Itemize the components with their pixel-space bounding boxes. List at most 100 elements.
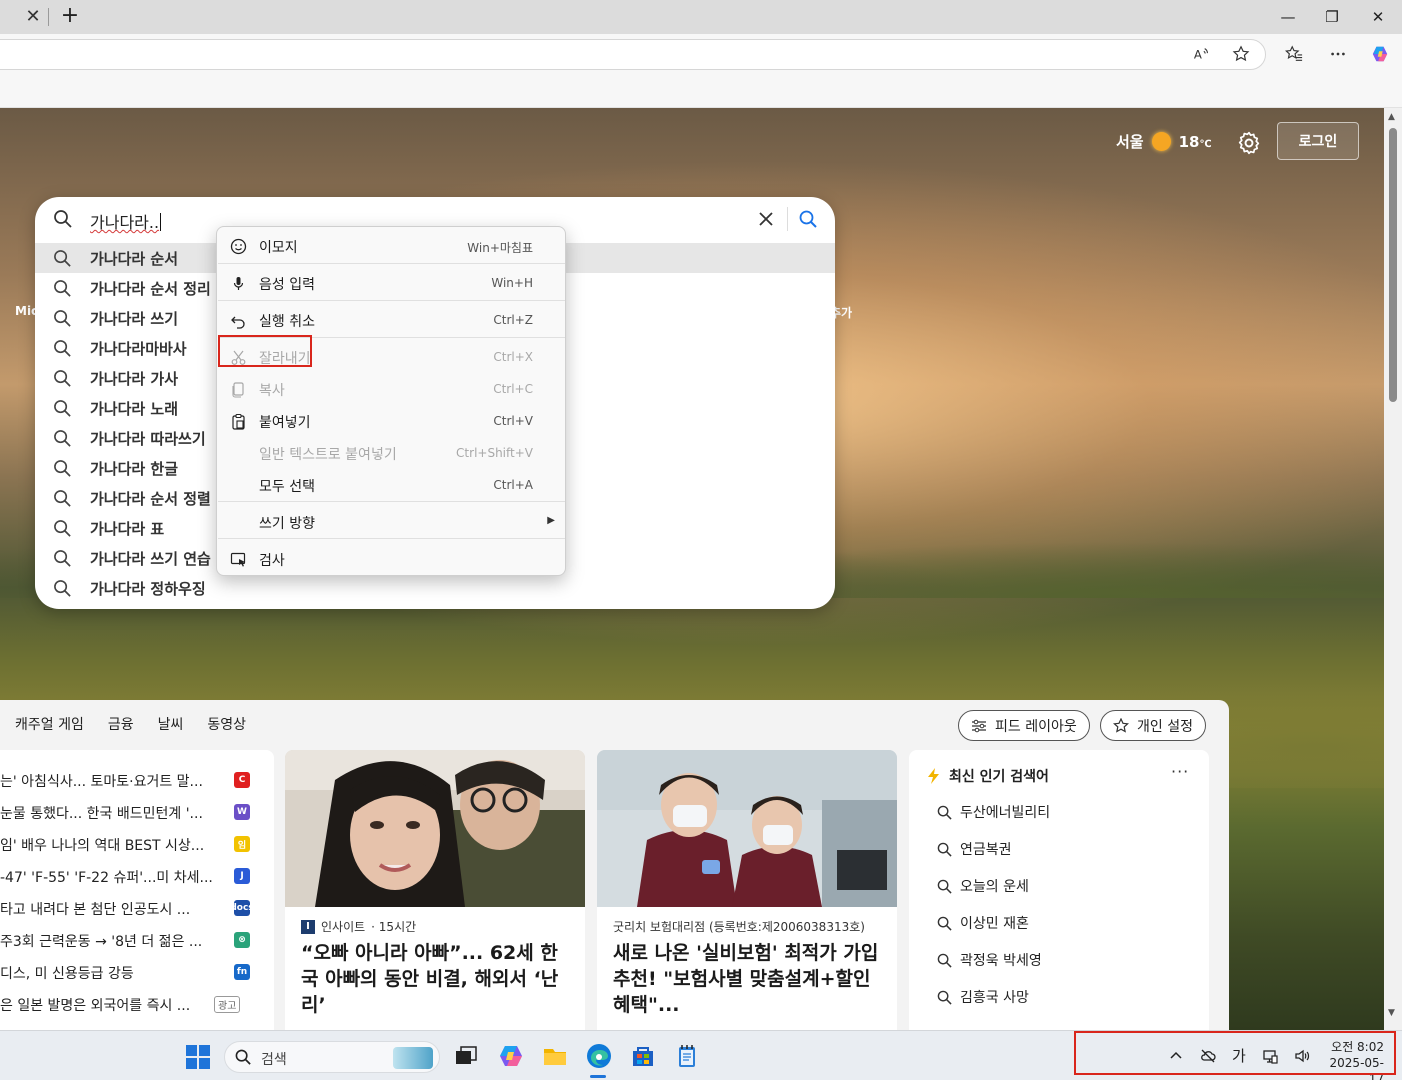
news-headline: 주3회 근력운동 → '8년 더 젊은 ... [0, 934, 203, 950]
weather-city: 서울 [1116, 133, 1144, 151]
trending-title: 최신 인기 검색어 [949, 769, 1049, 785]
context-menu-item[interactable]: 이모지 Win+마침표 [217, 230, 567, 262]
notepad-icon[interactable] [673, 1042, 701, 1070]
suggestion-text: 가나다라 순서 정렬 [90, 490, 211, 508]
scroll-down-arrow-icon[interactable]: ▼ [1388, 1008, 1395, 1018]
new-tab-button[interactable]: + [58, 4, 82, 28]
news-headline-row[interactable]: 주3회 근력운동 → '8년 더 젊은 ... ⊗ [0, 924, 262, 956]
copy-icon [232, 382, 244, 398]
context-menu: 이모지 Win+마침표 음성 입력 Win+H 실행 취소 Ctrl+Z 잘라내기 Ctrl+… [216, 226, 566, 576]
context-menu-item[interactable]: 쓰기 방향 ▶ [217, 506, 567, 538]
svg-text:A: A [1194, 48, 1202, 62]
new-tab-page: 서울 18℃ 로그인 Mic 추가 가나다라.. 가나다라 순서 가나다라 순서 … [0, 108, 1384, 1030]
menu-item-shortcut: Ctrl+X [493, 350, 533, 364]
personalize-button[interactable]: 개인 설정 [1100, 710, 1206, 741]
login-button[interactable]: 로그인 [1277, 122, 1359, 160]
news-card-insight[interactable]: I 인사이트 · 15시간 “오빠 아니라 아빠”... 62세 한국 아빠의 … [285, 750, 585, 1030]
trending-item[interactable]: 이상민 재혼 [937, 908, 1029, 938]
favorites-list-icon[interactable] [1279, 39, 1309, 69]
microsoft-store-icon[interactable] [629, 1042, 657, 1070]
emoji-icon [230, 238, 247, 255]
favorites-bar [0, 74, 1402, 108]
edge-browser-icon[interactable] [585, 1042, 613, 1070]
file-explorer-icon[interactable] [541, 1042, 569, 1070]
news-headline-row[interactable]: -47' 'F-55' 'F-22 슈퍼'...미 차세... J [0, 860, 262, 892]
context-menu-item[interactable]: 복사 Ctrl+C [217, 373, 567, 405]
copilot-app-icon[interactable] [497, 1042, 525, 1070]
windows-taskbar: 검색 가 오전 8:02 2025-05-17 [0, 1030, 1402, 1080]
news-headline-row[interactable]: 타고 내려다 본 첨단 인공도시 ... docs [0, 892, 262, 924]
menu-item-shortcut: Ctrl+V [493, 414, 533, 428]
settings-gear-icon[interactable] [1236, 130, 1262, 156]
start-windows-icon[interactable] [186, 1045, 210, 1069]
context-menu-item[interactable]: 모두 선택 Ctrl+A [217, 469, 567, 501]
context-menu-item[interactable]: 실행 취소 Ctrl+Z [217, 304, 567, 336]
nav-casual-games[interactable]: 캐주얼 게임 [15, 714, 84, 734]
trending-item[interactable]: 곽정욱 박세영 [937, 945, 1042, 975]
trending-item[interactable]: 오늘의 운세 [937, 871, 1029, 901]
scroll-up-arrow-icon[interactable]: ▲ [1388, 112, 1395, 122]
trending-more-icon[interactable]: ··· [1171, 762, 1189, 781]
ad-source: 굿리치 보험대리점 (등록번호:제2006038313호) [613, 918, 865, 935]
page-scrollbar[interactable]: ▲ ▼ [1384, 108, 1402, 1030]
news-thumbnail-couple [285, 750, 585, 907]
nav-video[interactable]: 동영상 [207, 714, 246, 734]
news-headline-row[interactable]: 눈물 통했다... 한국 배드민턴계 '... W [0, 796, 262, 828]
task-view-icon[interactable] [452, 1042, 480, 1070]
feed-layout-button[interactable]: 피드 레이아웃 [958, 710, 1090, 741]
suggestion-text: 가나다라 쓰기 연습 [90, 550, 211, 568]
clear-search-icon[interactable] [755, 208, 777, 230]
trending-item[interactable]: 두산에너빌리티 [937, 797, 1050, 827]
weather-widget[interactable]: 서울 18℃ [1116, 131, 1212, 152]
search-icon [54, 430, 71, 447]
news-headline-row[interactable]: 디스, 미 신용등급 강등 fn [0, 956, 262, 988]
news-headline-row[interactable]: 임' 배우 나나의 역대 BEST 시상... 임 [0, 828, 262, 860]
address-bar[interactable] [0, 39, 1266, 70]
search-highlight-travel-icon [393, 1047, 433, 1069]
news-headline-row[interactable]: 는' 아침식사... 토마토·요거트 말... C [0, 764, 262, 796]
menu-item-shortcut: Ctrl+C [493, 382, 533, 396]
close-window-button[interactable]: ✕ [1364, 4, 1392, 30]
suggestion-text: 가나다라 가사 [90, 370, 179, 388]
menu-item-label: 일반 텍스트로 붙여넣기 [259, 447, 397, 463]
tab-close-button[interactable]: ✕ [22, 6, 44, 28]
news-headline: 임' 배우 나나의 역대 BEST 시상... [0, 838, 205, 854]
context-menu-item[interactable]: 검사 [217, 543, 567, 575]
news-title[interactable]: “오빠 아니라 아빠”... 62세 한국 아빠의 동안 비결, 해외서 ‘난리… [301, 940, 571, 1018]
read-aloud-icon[interactable]: A [1187, 39, 1217, 69]
scroll-thumb[interactable] [1389, 128, 1397, 402]
ad-card-insurance[interactable]: 굿리치 보험대리점 (등록번호:제2006038313호) 새로 나온 '실비보… [597, 750, 897, 1030]
news-headline: 타고 내려다 본 첨단 인공도시 ... [0, 902, 191, 918]
trending-item[interactable]: 연금복권 [937, 834, 1012, 864]
context-menu-item[interactable]: 붙여넣기 Ctrl+V [217, 405, 567, 437]
search-suggestion[interactable]: 가나다라 정하우징 [35, 573, 835, 603]
restore-button[interactable]: ❐ [1318, 4, 1346, 30]
publisher-logo-icon: fn [234, 964, 250, 980]
context-menu-item[interactable]: 음성 입력 Win+H [217, 267, 567, 299]
search-icon [937, 842, 952, 857]
top-news-card: 는' 아침식사... 토마토·요거트 말... C 눈물 통했다... 한국 배드민… [0, 750, 274, 1030]
suggestion-text: 가나다라마바사 [90, 340, 187, 358]
menu-item-shortcut: Ctrl+Z [493, 313, 533, 327]
source-name: 굿리치 보험대리점 (등록번호:제2006038313호) [613, 920, 865, 934]
ad-title[interactable]: 새로 나온 '실비보험' 최적가 가입추천! "보험사별 맞춤설계+할인혜택".… [613, 940, 883, 1018]
taskbar-search[interactable]: 검색 [224, 1041, 440, 1073]
minimize-button[interactable]: — [1274, 4, 1302, 30]
more-options-icon[interactable] [1323, 39, 1353, 69]
browser-toolbar: A [0, 34, 1402, 74]
nav-weather[interactable]: 날씨 [158, 714, 184, 734]
copilot-icon[interactable] [1365, 39, 1395, 69]
menu-item-label: 붙여넣기 [259, 415, 311, 431]
news-headline-row[interactable]: 은 일본 발명은 외국어를 즉시 ... 광고 [0, 988, 262, 1020]
trending-term: 김흥국 사망 [960, 990, 1029, 1006]
news-headline: 는' 아침식사... 토마토·요거트 말... [0, 774, 203, 790]
favorite-star-icon[interactable] [1226, 39, 1256, 69]
trending-item[interactable]: 김흥국 사망 [937, 982, 1029, 1012]
search-submit-icon[interactable] [797, 208, 819, 230]
publisher-logo-icon: J [234, 868, 250, 884]
search-input[interactable]: 가나다라.. [90, 209, 162, 233]
context-menu-item[interactable]: 일반 텍스트로 붙여넣기 Ctrl+Shift+V [217, 437, 567, 469]
menu-item-label: 이모지 [259, 240, 298, 256]
sliders-icon [972, 719, 986, 732]
nav-finance[interactable]: 금융 [108, 714, 134, 734]
